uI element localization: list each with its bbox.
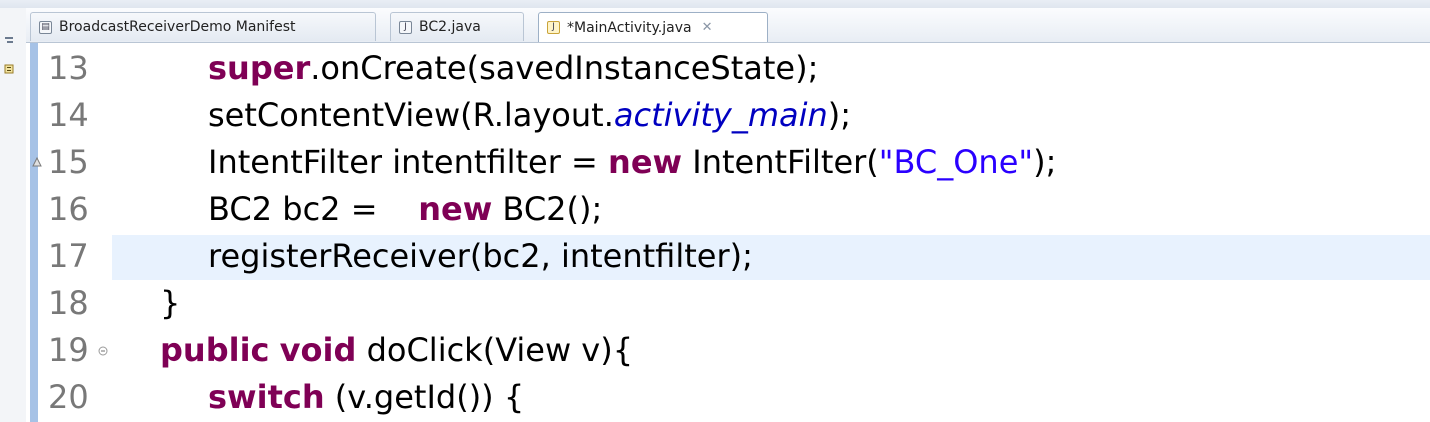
editor-tab-bar: ▤ BroadcastReceiverDemo Manifest J BC2.j… <box>26 8 1430 43</box>
eclipse-editor-window: ▤ BroadcastReceiverDemo Manifest J BC2.j… <box>0 0 1430 422</box>
code-line: 14 setContentView(R.layout.activity_main… <box>26 92 1430 139</box>
code-lines: 13 super.onCreate(savedInstanceState); 1… <box>26 45 1430 421</box>
code-editor[interactable]: 13 super.onCreate(savedInstanceState); 1… <box>26 43 1430 422</box>
tab-mainactivity-java[interactable]: J *MainActivity.java ✕ <box>538 12 768 42</box>
code-line: 20 switch (v.getId()) { <box>26 374 1430 421</box>
line-number: 14 <box>48 96 89 134</box>
keyword: new <box>608 143 683 181</box>
tab-label: BroadcastReceiverDemo Manifest <box>59 19 296 35</box>
code-line: 15 IntentFilter intentfilter = new Inten… <box>26 139 1430 186</box>
package-explorer-icon[interactable] <box>4 36 14 46</box>
code-text[interactable]: setContentView(R.layout.activity_main); <box>208 92 851 139</box>
line-number: 18 <box>48 284 89 322</box>
code-fragment: .onCreate(savedInstanceState); <box>310 49 819 87</box>
code-fragment: setContentView(R.layout. <box>208 96 614 134</box>
java-file-icon: J <box>399 20 412 34</box>
code-line: 13 super.onCreate(savedInstanceState); <box>26 45 1430 92</box>
static-field: activity_main <box>613 96 828 134</box>
tab-label: BC2.java <box>419 19 481 35</box>
code-fragment: IntentFilter( <box>682 143 879 181</box>
code-fragment: } <box>160 284 181 322</box>
code-text[interactable]: BC2 bc2 = new BC2(); <box>208 186 602 233</box>
outline-icon[interactable] <box>4 64 14 74</box>
java-file-icon: J <box>547 21 560 34</box>
code-fragment: doClick(View v){ <box>356 331 634 369</box>
code-fragment: registerReceiver(bc2, intentfilter); <box>208 237 753 275</box>
keyword: switch <box>208 378 325 416</box>
code-text[interactable]: public void doClick(View v){ <box>160 327 633 374</box>
left-side-panel <box>0 8 27 422</box>
code-text[interactable]: switch (v.getId()) { <box>208 374 524 421</box>
code-text[interactable]: super.onCreate(savedInstanceState); <box>208 45 818 92</box>
code-text[interactable]: } <box>160 280 180 327</box>
close-icon[interactable]: ✕ <box>702 20 713 35</box>
keyword: public <box>160 331 270 369</box>
fold-collapse-icon[interactable] <box>98 346 108 356</box>
string-literal: "BC_One" <box>878 143 1034 181</box>
tab-label: *MainActivity.java <box>567 19 692 36</box>
code-text[interactable]: IntentFilter intentfilter = new IntentFi… <box>208 139 1056 186</box>
code-fragment <box>270 331 280 369</box>
keyword: super <box>208 49 311 87</box>
code-fragment: BC2(); <box>492 190 603 228</box>
line-number: 16 <box>48 190 89 228</box>
code-line: 18 } <box>26 280 1430 327</box>
keyword: new <box>418 190 493 228</box>
line-number: 20 <box>48 378 89 416</box>
keyword: void <box>279 331 357 369</box>
line-number: 17 <box>48 237 89 275</box>
code-line: 19 public void doClick(View v){ <box>26 327 1430 374</box>
line-number: 15 <box>48 143 89 181</box>
tab-bc2-java[interactable]: J BC2.java <box>390 12 524 41</box>
code-fragment: IntentFilter intentfilter = <box>208 143 609 181</box>
code-fragment: ); <box>1033 143 1057 181</box>
tab-manifest[interactable]: ▤ BroadcastReceiverDemo Manifest <box>30 12 376 41</box>
override-marker-icon[interactable] <box>32 157 42 167</box>
line-number: 13 <box>48 49 89 87</box>
code-line: 16 BC2 bc2 = new BC2(); <box>26 186 1430 233</box>
code-fragment: (v.getId()) { <box>324 378 525 416</box>
current-code-line: 17 registerReceiver(bc2, intentfilter); <box>26 233 1430 280</box>
code-fragment: ); <box>827 96 852 134</box>
code-fragment: BC2 bc2 = <box>208 190 419 228</box>
manifest-icon: ▤ <box>39 20 52 34</box>
code-text[interactable]: registerReceiver(bc2, intentfilter); <box>208 233 753 280</box>
